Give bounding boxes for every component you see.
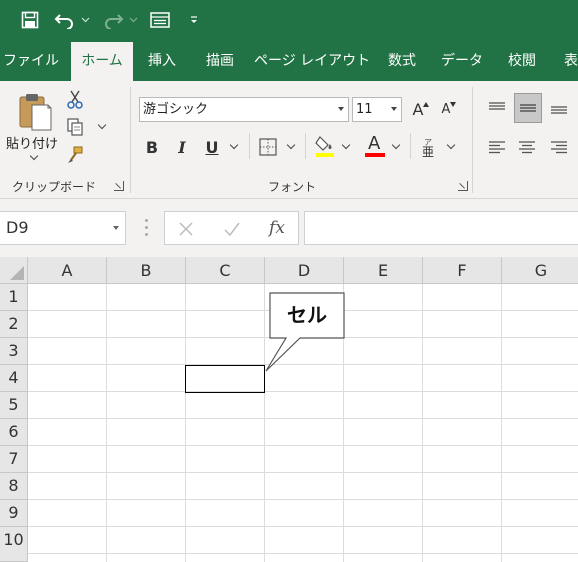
align-left-icon[interactable] — [484, 135, 510, 159]
phonetic-guide-icon[interactable]: ア亜 — [418, 135, 440, 159]
font-color-button[interactable]: A — [362, 133, 388, 159]
tab-insert[interactable]: 挿入 — [136, 42, 188, 81]
tab-review[interactable]: 校閲 — [496, 42, 548, 81]
increase-font-size-button[interactable]: A — [410, 98, 432, 120]
formula-buttons: fx — [164, 211, 299, 245]
font-name-dropdown-icon — [338, 107, 344, 111]
ribbon-divider — [130, 87, 131, 193]
name-box-dropdown-icon — [113, 226, 119, 230]
svg-text:亜: 亜 — [422, 145, 434, 157]
insert-function-button[interactable]: fx — [265, 217, 289, 239]
ribbon-divider — [249, 133, 250, 159]
clipboard-launcher-icon[interactable] — [114, 181, 124, 191]
save-icon[interactable] — [18, 8, 42, 32]
shrink-font-label: A — [441, 101, 451, 117]
font-color-label: A — [368, 133, 381, 154]
tab-file[interactable]: ファイル — [0, 42, 62, 81]
ribbon-divider — [305, 133, 306, 159]
align-top-icon[interactable] — [484, 95, 510, 121]
align-middle-icon[interactable] — [514, 93, 542, 123]
bold-button[interactable]: B — [142, 135, 162, 159]
font-name-select[interactable]: 游ゴシック — [139, 97, 349, 122]
paste-button-label[interactable]: 貼り付け — [6, 133, 58, 152]
font-size-dropdown-icon — [391, 107, 397, 111]
paste-icon[interactable] — [14, 89, 54, 133]
clipboard-group-label: クリップボード — [12, 180, 97, 194]
tab-page-layout[interactable]: ページ レイアウト — [254, 42, 370, 81]
enter-icon[interactable] — [221, 219, 243, 239]
caret-up-icon — [423, 101, 430, 107]
fill-color-dropdown-icon[interactable] — [341, 140, 351, 150]
ribbon: 貼り付け クリップボード 游ゴシック 11 A A B I U A ア 亜 フォ… — [0, 81, 578, 199]
underline-button[interactable]: U — [202, 135, 222, 159]
format-painter-icon[interactable] — [64, 144, 86, 166]
quick-access-toolbar — [0, 0, 578, 42]
tab-formulas[interactable]: 数式 — [377, 42, 427, 81]
form-icon[interactable] — [148, 8, 172, 32]
spreadsheet-grid: A B C D E F G 1 2 3 4 5 6 7 8 9 10 セル — [0, 257, 578, 562]
ribbon-divider — [472, 87, 473, 193]
font-name-value: 游ゴシック — [143, 102, 209, 117]
align-bottom-icon[interactable] — [546, 95, 572, 121]
ribbon-tabs: ファイル ホーム 挿入 描画 ページ レイアウト 数式 データ 校閲 表 — [0, 42, 578, 81]
font-launcher-icon[interactable] — [458, 181, 468, 191]
grow-font-label: A — [412, 99, 424, 119]
caret-down-icon — [450, 101, 457, 107]
formula-input[interactable] — [304, 211, 578, 245]
ribbon-divider — [410, 133, 411, 159]
name-box[interactable]: D9 — [0, 211, 126, 245]
copy-dropdown-icon[interactable] — [97, 120, 107, 130]
borders-icon[interactable] — [256, 135, 280, 159]
cancel-icon[interactable] — [175, 219, 197, 239]
decrease-font-size-button[interactable]: A — [438, 98, 460, 120]
tab-table[interactable]: 表 — [556, 42, 578, 81]
borders-dropdown-icon[interactable] — [286, 140, 296, 150]
copy-icon[interactable] — [64, 116, 86, 138]
italic-button[interactable]: I — [172, 135, 192, 159]
paste-dropdown-icon[interactable] — [29, 151, 39, 161]
font-group-label: フォント — [268, 180, 317, 194]
name-box-value: D9 — [6, 218, 29, 237]
redo-icon[interactable] — [100, 8, 126, 32]
align-center-icon[interactable] — [514, 135, 540, 159]
font-color-dropdown-icon[interactable] — [391, 140, 401, 150]
tab-home[interactable]: ホーム — [71, 42, 133, 81]
phonetic-dropdown-icon[interactable] — [446, 140, 456, 150]
callout-text: セル — [287, 303, 327, 327]
fill-color-icon[interactable] — [312, 133, 338, 159]
font-size-value: 11 — [356, 102, 373, 117]
undo-icon[interactable] — [52, 8, 78, 32]
font-size-select[interactable]: 11 — [352, 97, 402, 122]
align-right-icon[interactable] — [546, 135, 572, 159]
tab-draw[interactable]: 描画 — [194, 42, 246, 81]
redo-dropdown-icon[interactable] — [126, 8, 140, 32]
tab-data[interactable]: データ — [434, 42, 490, 81]
cut-icon[interactable] — [64, 88, 86, 110]
undo-dropdown-icon[interactable] — [78, 8, 92, 32]
underline-dropdown-icon[interactable] — [229, 140, 239, 150]
formula-bar-handle[interactable] — [145, 219, 148, 237]
customize-qat-icon[interactable] — [186, 8, 202, 32]
formula-bar: D9 fx — [0, 199, 578, 257]
font-color-swatch — [365, 153, 385, 157]
